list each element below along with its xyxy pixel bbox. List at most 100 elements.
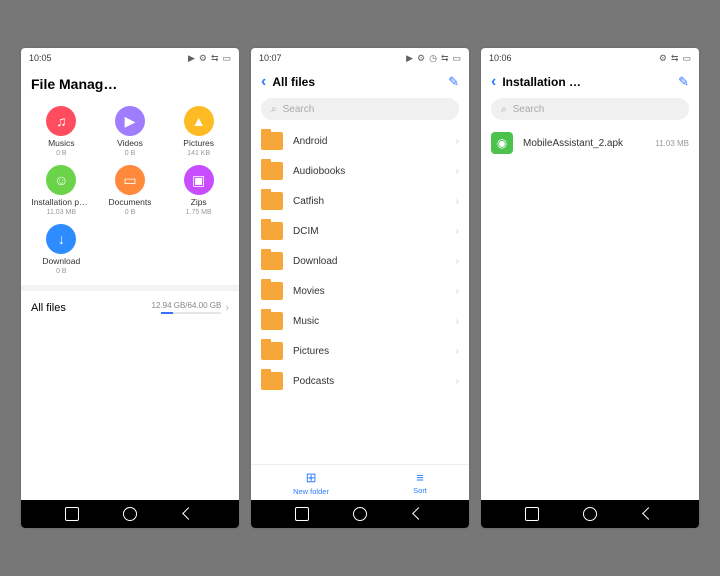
category-icon: ▣ bbox=[184, 165, 214, 195]
nav-recent[interactable] bbox=[295, 507, 309, 521]
sort-button[interactable]: ≡ Sort bbox=[413, 470, 427, 495]
category-pictures[interactable]: ▲Pictures141 KB bbox=[164, 106, 233, 157]
chevron-right-icon: › bbox=[456, 286, 459, 297]
category-videos[interactable]: ▶ Videos 0 B bbox=[96, 106, 165, 157]
nav-home[interactable] bbox=[123, 507, 137, 521]
new-folder-icon: ⊞ bbox=[306, 470, 317, 486]
folder-row[interactable]: Movies› bbox=[251, 276, 469, 306]
category-icon: ▲ bbox=[184, 106, 214, 136]
nav-recent[interactable] bbox=[65, 507, 79, 521]
file-name: MobileAssistant_2.apk bbox=[523, 138, 645, 149]
back-button[interactable]: ‹ bbox=[491, 74, 496, 90]
edit-icon[interactable]: ✎ bbox=[448, 74, 459, 90]
folder-name: Download bbox=[293, 256, 446, 267]
category-documents[interactable]: ▭Documents0 B bbox=[96, 165, 165, 216]
category-label: Musics bbox=[48, 138, 74, 148]
search-placeholder: Search bbox=[283, 104, 315, 115]
android-navbar bbox=[251, 500, 469, 528]
status-icons: ▶ ⚙ ⇆ ▭ bbox=[188, 53, 231, 64]
category-download[interactable]: ↓Download0 B bbox=[27, 224, 96, 275]
category-label: Videos bbox=[117, 138, 143, 148]
category-icon: ▶ bbox=[115, 106, 145, 136]
status-bar: 10:07 ▶ ⚙ ◷ ⇆ ▭ bbox=[251, 48, 469, 68]
nav-back[interactable] bbox=[181, 507, 195, 521]
category-zips[interactable]: ▣ Zips 1.75 MB bbox=[164, 165, 233, 216]
category-size: 1.75 MB bbox=[186, 209, 212, 216]
folder-row[interactable]: Download › bbox=[251, 246, 469, 276]
chevron-right-icon: › bbox=[456, 256, 459, 267]
folder-row[interactable]: Catfish› bbox=[251, 186, 469, 216]
file-size: 11.03 MB bbox=[655, 139, 689, 148]
category-size: 0 B bbox=[125, 150, 136, 157]
clock-icon: ◷ bbox=[429, 53, 437, 64]
nav-home[interactable] bbox=[353, 507, 367, 521]
status-bar: 10:05 ▶ ⚙ ⇆ ▭ bbox=[21, 48, 239, 68]
screen-installation-packages: 10:06 ⚙ ⇆ ▭ ‹ Installation … ✎ ⌕ Search … bbox=[481, 48, 699, 528]
category-label: Pictures bbox=[183, 138, 214, 148]
category-icon: ☺ bbox=[46, 165, 76, 195]
category-label: Installation pack… bbox=[31, 197, 91, 207]
file-list: ◉ MobileAssistant_2.apk 11.03 MB bbox=[481, 126, 699, 500]
edit-icon[interactable]: ✎ bbox=[678, 74, 689, 90]
category-label: Download bbox=[42, 256, 80, 266]
category-icon: ▭ bbox=[115, 165, 145, 195]
chevron-right-icon: › bbox=[225, 302, 229, 314]
status-time: 10:05 bbox=[29, 53, 52, 63]
folder-row[interactable]: Music› bbox=[251, 306, 469, 336]
all-files-row[interactable]: All files 12.94 GB/64.00 GB › bbox=[21, 285, 239, 324]
android-icon: ◉ bbox=[491, 132, 513, 154]
category-size: 11.03 MB bbox=[47, 209, 76, 216]
folder-row[interactable]: Pictures › bbox=[251, 336, 469, 366]
folder-icon bbox=[261, 222, 283, 240]
storage-text: 12.94 GB/64.00 GB bbox=[152, 301, 222, 310]
storage-bar bbox=[161, 312, 221, 314]
new-folder-label: New folder bbox=[293, 487, 329, 496]
nav-back[interactable] bbox=[641, 507, 655, 521]
category-musics[interactable]: ♫ Musics 0 B bbox=[27, 106, 96, 157]
storage-indicator: 12.94 GB/64.00 GB bbox=[152, 301, 222, 314]
page-title: File Manag… bbox=[21, 68, 239, 102]
nav-home[interactable] bbox=[583, 507, 597, 521]
chevron-right-icon: › bbox=[456, 346, 459, 357]
new-folder-button[interactable]: ⊞ New folder bbox=[293, 470, 329, 496]
folder-icon bbox=[261, 252, 283, 270]
screen-all-files: 10:07 ▶ ⚙ ◷ ⇆ ▭ ‹ All files ✎ ⌕ Search A… bbox=[251, 48, 469, 528]
folder-name: DCIM bbox=[293, 226, 446, 237]
play-icon: ▶ bbox=[406, 53, 413, 64]
chevron-right-icon: › bbox=[456, 166, 459, 177]
android-navbar bbox=[481, 500, 699, 528]
folder-row[interactable]: Android› bbox=[251, 126, 469, 156]
search-input[interactable]: ⌕ Search bbox=[261, 98, 459, 120]
gear-icon: ⚙ bbox=[659, 53, 667, 64]
status-bar: 10:06 ⚙ ⇆ ▭ bbox=[481, 48, 699, 68]
category-label: Zips bbox=[191, 197, 207, 207]
folder-row[interactable]: DCIM› bbox=[251, 216, 469, 246]
folder-name: Catfish bbox=[293, 196, 446, 207]
category-icon: ↓ bbox=[46, 224, 76, 254]
battery-icon: ▭ bbox=[222, 53, 231, 64]
header-title: Installation … bbox=[502, 75, 672, 89]
folder-list: Android›Audiobooks›Catfish›DCIM›Download… bbox=[251, 126, 469, 464]
file-row-apk[interactable]: ◉ MobileAssistant_2.apk 11.03 MB bbox=[481, 126, 699, 160]
all-files-label: All files bbox=[31, 302, 66, 314]
header-title: All files bbox=[272, 75, 442, 89]
folder-icon bbox=[261, 342, 283, 360]
folder-name: Podcasts bbox=[293, 376, 446, 387]
gear-icon: ⚙ bbox=[417, 53, 425, 64]
category-installation-pack-[interactable]: ☺ Installation pack… 11.03 MB bbox=[27, 165, 96, 216]
nav-recent[interactable] bbox=[525, 507, 539, 521]
wifi-icon: ⇆ bbox=[671, 53, 679, 64]
search-placeholder: Search bbox=[513, 104, 545, 115]
nav-back[interactable] bbox=[411, 507, 425, 521]
folder-name: Pictures bbox=[293, 346, 446, 357]
category-icon: ♫ bbox=[46, 106, 76, 136]
header: ‹ Installation … ✎ bbox=[481, 68, 699, 94]
search-input[interactable]: ⌕ Search bbox=[491, 98, 689, 120]
folder-row[interactable]: Audiobooks › bbox=[251, 156, 469, 186]
sort-icon: ≡ bbox=[416, 470, 424, 485]
folder-row[interactable]: Podcasts› bbox=[251, 366, 469, 396]
back-button[interactable]: ‹ bbox=[261, 74, 266, 90]
android-navbar bbox=[21, 500, 239, 528]
category-size: 0 B bbox=[56, 150, 67, 157]
folder-name: Audiobooks bbox=[293, 166, 446, 177]
